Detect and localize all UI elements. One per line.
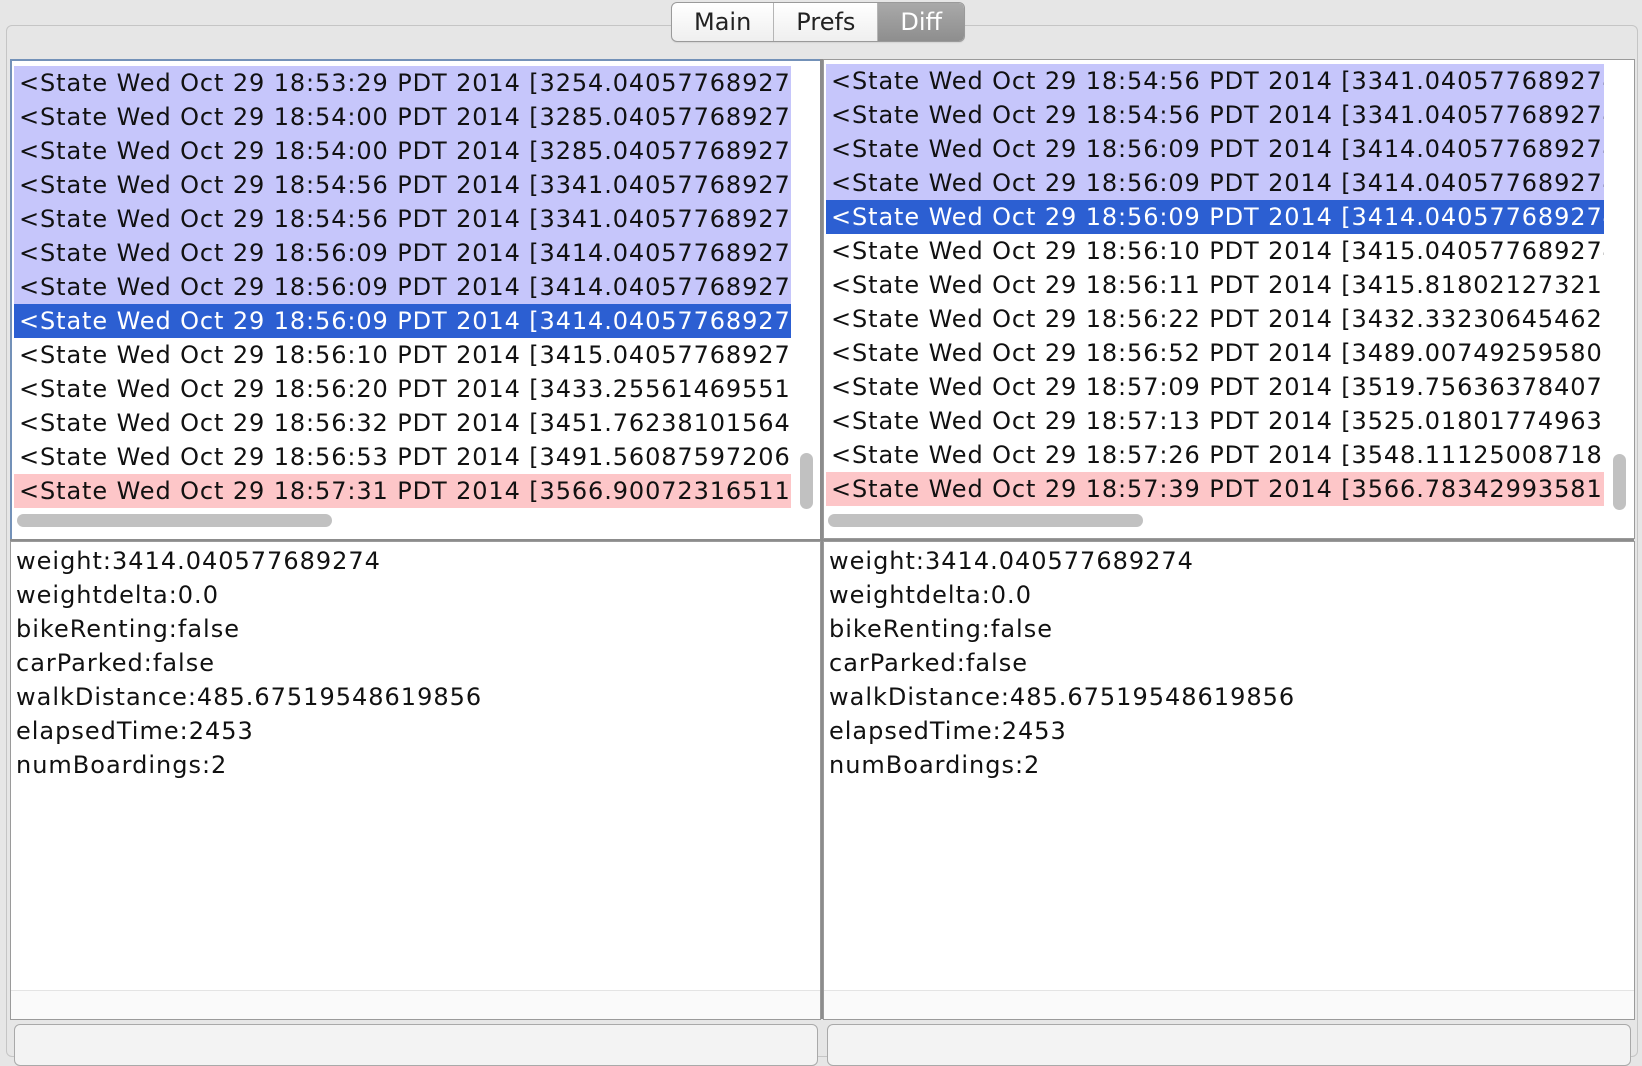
state-row[interactable]: <State Wed Oct 29 18:56:53 PDT 2014 [349… [14,440,791,474]
right-list-vertical-scrollbar-thumb[interactable] [1613,454,1626,510]
left-state-detail-panel: weight:3414.040577689274 weightdelta:0.0 b… [10,541,821,1020]
left-state-detail-text: weight:3414.040577689274 weightdelta:0.0 b… [16,542,815,780]
state-property-line: walkDistance:485.67519548619856 [829,683,1296,711]
state-property-line: weight:3414.040577689274 [829,547,1194,575]
right-state-detail-panel: weight:3414.040577689274 weightdelta:0.0 b… [823,541,1635,1020]
state-row[interactable]: <State Wed Oct 29 18:57:09 PDT 2014 [351… [826,370,1604,404]
right-bottom-bar [827,1024,1631,1066]
state-row[interactable]: <State Wed Oct 29 18:57:39 PDT 2014 [356… [826,472,1604,506]
state-property-line: numBoardings:2 [16,751,228,779]
left-detail-footer [11,990,820,1019]
left-state-list[interactable]: <State Wed Oct 29 18:53:29 PDT 2014 [325… [14,66,791,508]
state-property-line: weightdelta:0.0 [829,581,1032,609]
state-row[interactable]: <State Wed Oct 29 18:56:10 PDT 2014 [341… [826,234,1604,268]
state-row[interactable]: <State Wed Oct 29 18:56:32 PDT 2014 [345… [14,406,791,440]
state-property-line: carParked:false [16,649,215,677]
state-row[interactable]: <State Wed Oct 29 18:54:56 PDT 2014 [334… [826,98,1604,132]
tab-main[interactable]: Main [672,3,775,41]
right-state-detail-text: weight:3414.040577689274 weightdelta:0.0 b… [829,542,1629,780]
state-property-line: walkDistance:485.67519548619856 [16,683,483,711]
state-property-line: elapsedTime:2453 [16,717,254,745]
tab-diff[interactable]: Diff [878,3,965,41]
tab-prefs[interactable]: Prefs [774,3,879,41]
state-row[interactable]: <State Wed Oct 29 18:57:13 PDT 2014 [352… [826,404,1604,438]
state-row[interactable]: <State Wed Oct 29 18:56:09 PDT 2014 [341… [826,166,1604,200]
left-bottom-bar [14,1024,818,1066]
left-list-horizontal-scrollbar-thumb[interactable] [17,514,332,527]
state-row[interactable]: <State Wed Oct 29 18:54:00 PDT 2014 [328… [14,134,791,168]
state-row[interactable]: <State Wed Oct 29 18:57:26 PDT 2014 [354… [826,438,1604,472]
right-list-horizontal-scrollbar-thumb[interactable] [828,514,1143,527]
state-row[interactable]: <State Wed Oct 29 18:54:56 PDT 2014 [334… [14,168,791,202]
state-property-line: weightdelta:0.0 [16,581,219,609]
state-row[interactable]: <State Wed Oct 29 18:56:09 PDT 2014 [341… [14,270,791,304]
state-row-selected[interactable]: <State Wed Oct 29 18:56:09 PDT 2014 [341… [826,200,1604,234]
right-detail-footer [824,990,1634,1019]
right-state-list[interactable]: <State Wed Oct 29 18:54:56 PDT 2014 [334… [826,64,1604,506]
right-state-list-panel: <State Wed Oct 29 18:54:56 PDT 2014 [334… [823,59,1635,539]
state-row[interactable]: <State Wed Oct 29 18:57:31 PDT 2014 [356… [14,474,791,508]
left-list-vertical-scrollbar-thumb[interactable] [800,453,813,509]
state-row[interactable]: <State Wed Oct 29 18:53:29 PDT 2014 [325… [14,66,791,100]
state-property-line: numBoardings:2 [829,751,1041,779]
state-row[interactable]: <State Wed Oct 29 18:54:56 PDT 2014 [334… [826,64,1604,98]
tab-bar: Main Prefs Diff [671,2,966,42]
state-row[interactable]: <State Wed Oct 29 18:56:52 PDT 2014 [348… [826,336,1604,370]
state-row[interactable]: <State Wed Oct 29 18:56:20 PDT 2014 [343… [14,372,791,406]
state-row[interactable]: <State Wed Oct 29 18:56:10 PDT 2014 [341… [14,338,791,372]
state-property-line: weight:3414.040577689274 [16,547,381,575]
state-row[interactable]: <State Wed Oct 29 18:56:22 PDT 2014 [343… [826,302,1604,336]
state-row[interactable]: <State Wed Oct 29 18:56:11 PDT 2014 [341… [826,268,1604,302]
state-property-line: elapsedTime:2453 [829,717,1067,745]
state-row-selected[interactable]: <State Wed Oct 29 18:56:09 PDT 2014 [341… [14,304,791,338]
state-row[interactable]: <State Wed Oct 29 18:54:00 PDT 2014 [328… [14,100,791,134]
state-row[interactable]: <State Wed Oct 29 18:56:09 PDT 2014 [341… [826,132,1604,166]
state-property-line: carParked:false [829,649,1028,677]
state-row[interactable]: <State Wed Oct 29 18:54:56 PDT 2014 [334… [14,202,791,236]
state-row[interactable]: <State Wed Oct 29 18:56:09 PDT 2014 [341… [14,236,791,270]
state-property-line: bikeRenting:false [16,615,240,643]
state-property-line: bikeRenting:false [829,615,1053,643]
left-state-list-panel: <State Wed Oct 29 18:53:29 PDT 2014 [325… [10,59,823,542]
